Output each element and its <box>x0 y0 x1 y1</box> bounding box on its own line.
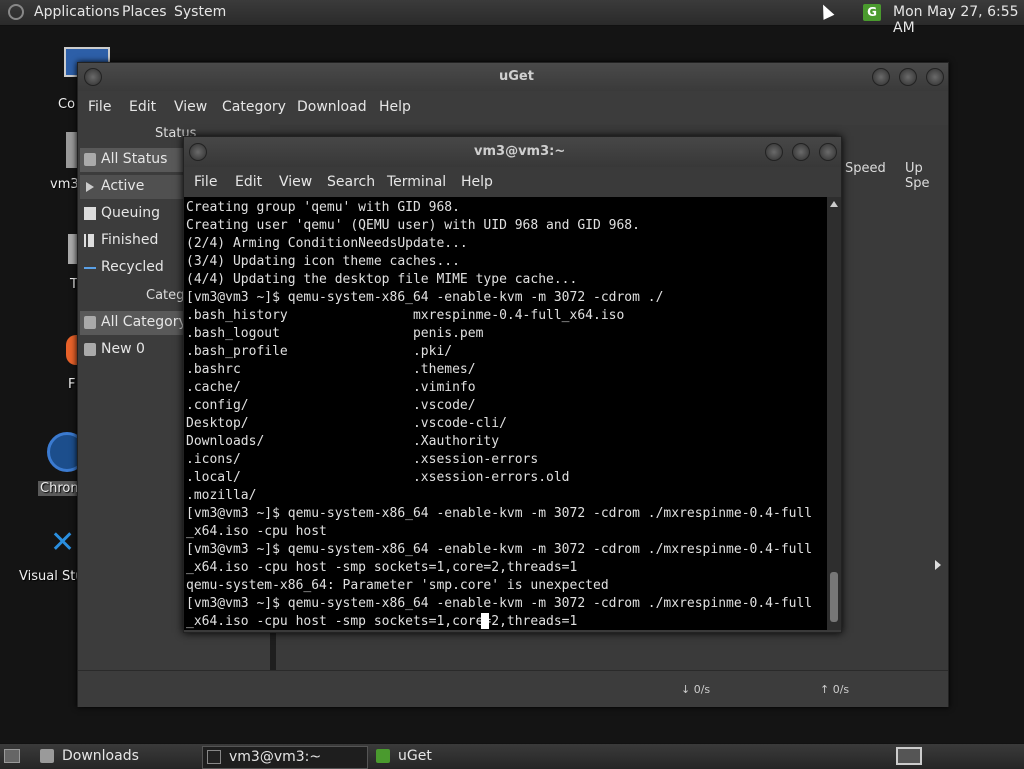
download-speed: ↓ 0/s <box>681 683 711 696</box>
queue-icon <box>84 207 96 220</box>
menu-applications[interactable]: Applications <box>34 4 120 20</box>
close-button[interactable] <box>926 68 944 86</box>
upload-speed: ↑ 0/s <box>820 683 850 696</box>
uget-menu-category[interactable]: Category <box>222 99 286 115</box>
play-icon <box>86 182 94 192</box>
distro-logo-icon[interactable] <box>8 4 24 20</box>
uget-menu-file[interactable]: File <box>88 99 111 115</box>
scroll-up-icon[interactable] <box>830 201 838 207</box>
maximize-button[interactable] <box>792 143 810 161</box>
finished-icon <box>84 234 94 247</box>
workspace-switcher[interactable] <box>896 747 922 765</box>
show-desktop-icon[interactable] <box>4 749 20 763</box>
status-recycled-label: Recycled <box>101 259 164 275</box>
term-menu-edit[interactable]: Edit <box>235 174 262 190</box>
uget-tray-icon[interactable]: G <box>863 4 881 21</box>
term-menu-file[interactable]: File <box>194 174 217 190</box>
task-uget[interactable]: uGet <box>372 746 532 767</box>
desktop-label-home[interactable]: vm3 <box>50 177 79 192</box>
status-active-label: Active <box>101 178 145 194</box>
desktop-label-vscode[interactable]: Visual Stu <box>19 569 84 584</box>
desktop-label-firefox[interactable]: F <box>68 377 75 392</box>
terminal-screen[interactable]: Creating group 'qemu' with GID 968. Crea… <box>184 197 827 630</box>
terminal-output: Creating group 'qemu' with GID 968. Crea… <box>186 200 813 629</box>
terminal-window: vm3@vm3:~ File Edit View Search Terminal… <box>183 136 842 633</box>
menu-places[interactable]: Places <box>122 4 167 20</box>
menu-system[interactable]: System <box>174 4 226 20</box>
close-button[interactable] <box>819 143 837 161</box>
status-all-label: All Status <box>101 151 168 167</box>
window-menu-icon[interactable] <box>84 68 102 86</box>
maximize-button[interactable] <box>899 68 917 86</box>
category-header[interactable]: Categ <box>146 288 184 303</box>
terminal-icon <box>207 750 221 764</box>
scrollbar-thumb[interactable] <box>830 572 838 622</box>
uget-title: uGet <box>499 69 534 84</box>
task-downloads[interactable]: Downloads <box>36 746 196 767</box>
uget-statusbar: ↓ 0/s ↑ 0/s <box>78 670 948 707</box>
term-menu-search[interactable]: Search <box>327 174 375 190</box>
minimize-button[interactable] <box>765 143 783 161</box>
terminal-menubar: File Edit View Search Terminal Help <box>184 167 841 197</box>
recycled-icon <box>84 267 96 269</box>
uget-menu-download[interactable]: Download <box>297 99 367 115</box>
uget-menu-edit[interactable]: Edit <box>129 99 156 115</box>
scroll-right-icon[interactable] <box>935 560 941 570</box>
all-status-icon <box>84 153 96 166</box>
term-menu-help[interactable]: Help <box>461 174 493 190</box>
text-cursor <box>481 613 489 629</box>
term-menu-terminal[interactable]: Terminal <box>387 174 446 190</box>
column-speed[interactable]: Speed <box>845 161 886 176</box>
uget-menu-view[interactable]: View <box>174 99 207 115</box>
folder-icon <box>40 749 54 763</box>
terminal-scrollbar[interactable] <box>827 197 841 630</box>
terminal-titlebar[interactable]: vm3@vm3:~ <box>184 137 841 167</box>
terminal-title: vm3@vm3:~ <box>474 144 566 159</box>
task-downloads-label: Downloads <box>62 748 139 764</box>
uget-menu-help[interactable]: Help <box>379 99 411 115</box>
column-up-speed[interactable]: Up Spe <box>905 161 948 191</box>
uget-icon <box>376 749 390 763</box>
task-terminal-label: vm3@vm3:~ <box>229 749 322 765</box>
task-terminal[interactable]: vm3@vm3:~ <box>202 746 368 769</box>
top-panel: Applications Places System G Mon May 27,… <box>0 0 1024 36</box>
mouse-cursor-icon <box>817 2 835 20</box>
window-menu-icon[interactable] <box>189 143 207 161</box>
taskbar: Downloads vm3@vm3:~ uGet <box>0 743 1024 769</box>
status-queuing-label: Queuing <box>101 205 161 221</box>
minimize-button[interactable] <box>872 68 890 86</box>
category-new-label: New 0 <box>101 341 145 357</box>
category-icon <box>84 343 96 356</box>
desktop-label-computer[interactable]: Co <box>58 97 75 112</box>
term-menu-view[interactable]: View <box>279 174 312 190</box>
vscode-icon[interactable]: ✕ <box>50 528 75 558</box>
uget-menubar: File Edit View Category Download Help <box>78 91 948 123</box>
all-category-icon <box>84 316 96 329</box>
status-finished-label: Finished <box>101 232 159 248</box>
category-all-label: All Category <box>101 314 187 330</box>
task-uget-label: uGet <box>398 748 432 764</box>
uget-titlebar[interactable]: uGet <box>78 63 948 91</box>
clock[interactable]: Mon May 27, 6:55 AM <box>893 4 1024 36</box>
